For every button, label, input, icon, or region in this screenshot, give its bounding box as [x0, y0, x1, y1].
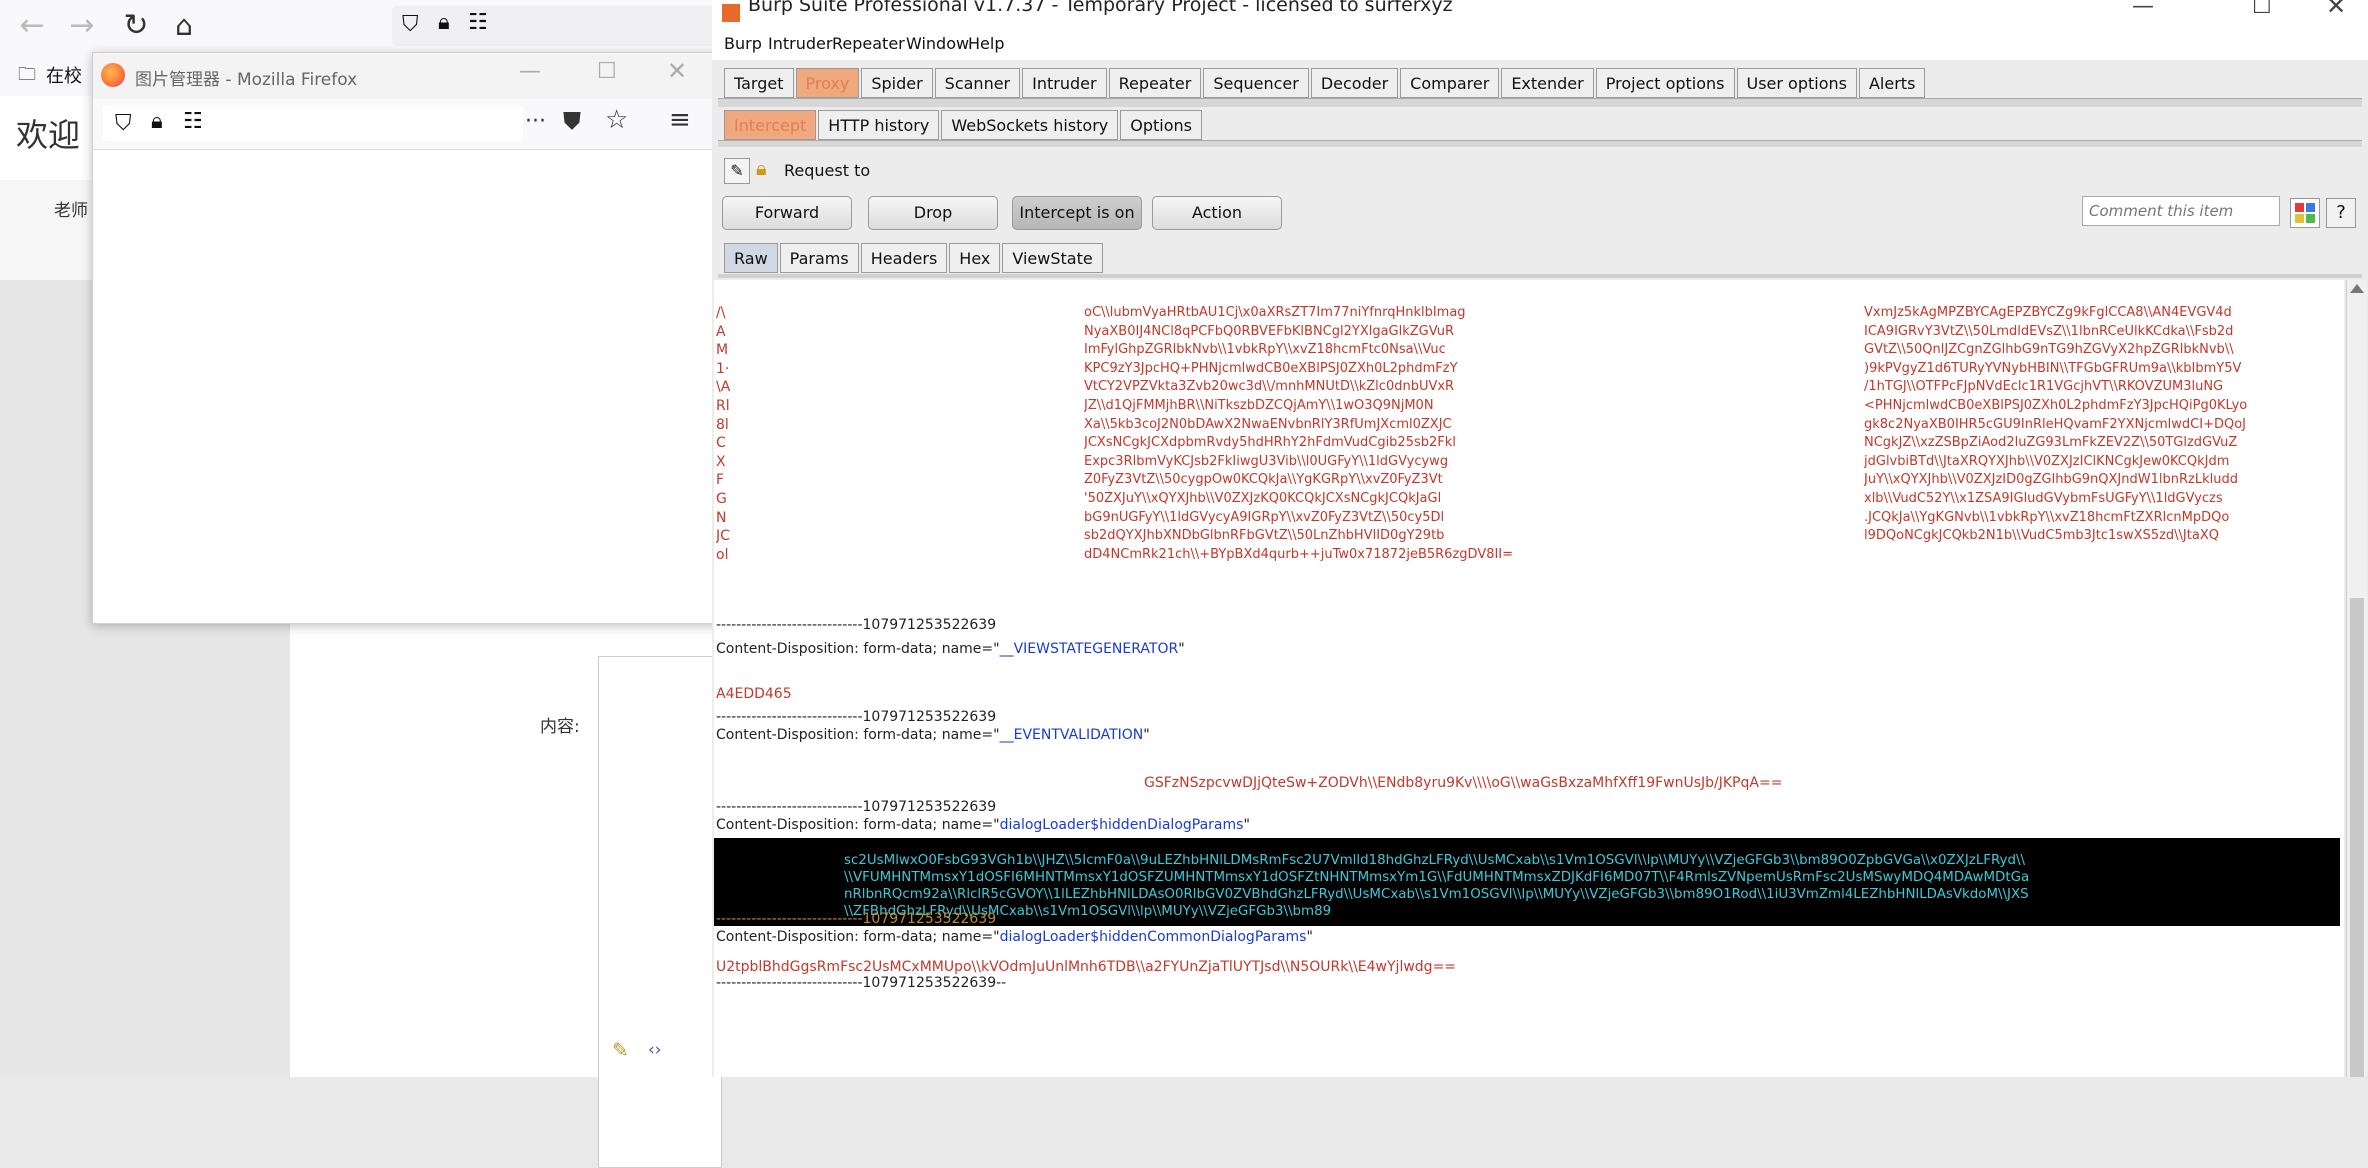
close-icon[interactable]: ✕: [667, 57, 687, 85]
content-disposition-line: Content-Disposition: form-data; name="__…: [716, 727, 1150, 743]
eventvalidation-value: GSFzNSzpcvwDJjQteSw+ZODVh\\ENdb8yru9Kv\\…: [1144, 775, 1783, 791]
folder-icon: 🗀: [18, 64, 36, 85]
popup-urlbar[interactable]: ⛉ 🔒︎ ☷ ··· ⛊ ☆ ≡: [93, 99, 721, 150]
viewstate-right-column: VxmJz5kAgMPZBYCAgEPZBYCZg9kFglCCA8\\AN4E…: [1864, 305, 2248, 544]
menu-bar: Burp Intruder Repeater Window Help: [712, 28, 2368, 60]
permissions-icon: ☷: [468, 10, 488, 35]
menu-repeater[interactable]: Repeater: [832, 34, 905, 53]
message-editor[interactable]: /\ A M 1· \A Rl 8l C X F G N JC ol oC\\lubmVyaHRtbAU1…: [714, 280, 2344, 1077]
tab-intruder[interactable]: Intruder: [1022, 68, 1107, 98]
maximize-icon[interactable]: ☐: [2252, 0, 2272, 19]
proxy-subtabs: Intercept HTTP history WebSockets histor…: [724, 110, 1202, 140]
maximize-icon[interactable]: ☐: [597, 59, 617, 84]
window-title: Burp Suite Professional v1.7.37 - Tempor…: [748, 0, 1453, 16]
subtab-http-history[interactable]: HTTP history: [818, 110, 940, 140]
main-tabs: Target Proxy Spider Scanner Intruder Rep…: [724, 68, 1926, 98]
viewstate-mid-column: oC\\lubmVyaHRtbAU1Cj\x0aXRsZT7Im77niYfnr…: [1084, 305, 1514, 562]
home-icon[interactable]: ⌂: [166, 8, 202, 44]
star-icon[interactable]: ☆: [605, 105, 628, 135]
menu-help[interactable]: Help: [968, 34, 1004, 53]
tab-project-options[interactable]: Project options: [1595, 68, 1735, 98]
boundary-line: -----------------------------10797125352…: [716, 709, 997, 725]
content-editor[interactable]: [598, 656, 722, 1168]
intercept-toggle-button[interactable]: Intercept is on: [1012, 196, 1142, 230]
content-field-label: 内容:: [540, 717, 580, 737]
firefox-logo-icon: [101, 63, 125, 87]
tab-spider[interactable]: Spider: [861, 68, 933, 98]
drop-button[interactable]: Drop: [868, 196, 998, 230]
bookmark-item[interactable]: 在校: [46, 62, 82, 88]
menu-window[interactable]: Window: [906, 34, 969, 53]
more-icon[interactable]: ···: [525, 109, 546, 134]
burp-titlebar: Burp Suite Professional v1.7.37 - Tempor…: [712, 0, 2368, 28]
subtab-options[interactable]: Options: [1120, 110, 1202, 140]
boundary-line: -----------------------------10797125352…: [716, 799, 997, 815]
firefox-toolbar: ← → ↻ ⌂ ⛉ 🔒︎ ☷: [0, 0, 720, 53]
shield-icon: ⛉: [402, 12, 419, 37]
highlight-color-icon[interactable]: [2290, 198, 2320, 228]
tab-decoder[interactable]: Decoder: [1310, 68, 1399, 98]
content-disposition-line: Content-Disposition: form-data; name="di…: [716, 929, 1313, 945]
message-view-tabs: Raw Params Headers Hex ViewState: [724, 243, 1103, 273]
welcome-heading: 欢迎: [16, 116, 81, 154]
tab-proxy[interactable]: Proxy: [795, 68, 860, 98]
pencil-icon[interactable]: ✎: [612, 1038, 629, 1062]
lock-icon: 🔒︎: [438, 10, 450, 35]
scrollbar-thumb[interactable]: [2350, 598, 2364, 1077]
forward-button[interactable]: Forward: [722, 196, 852, 230]
pocket-icon[interactable]: ⛊: [563, 107, 581, 135]
permissions-icon: ☷: [183, 109, 203, 134]
help-button[interactable]: ?: [2326, 198, 2356, 228]
boundary-line: -----------------------------10797125352…: [716, 617, 997, 633]
viewtab-params[interactable]: Params: [779, 243, 859, 273]
lock-icon: 🔒︎: [151, 109, 163, 134]
viewstategenerator-value: A4EDD465: [716, 686, 792, 702]
viewtab-viewstate[interactable]: ViewState: [1002, 243, 1103, 273]
tab-scanner[interactable]: Scanner: [934, 68, 1021, 98]
menu-burp[interactable]: Burp: [724, 34, 762, 53]
menu-icon[interactable]: ≡: [669, 105, 691, 135]
burp-window: Burp Suite Professional v1.7.37 - Tempor…: [712, 0, 2368, 1077]
minimize-icon[interactable]: —: [519, 59, 541, 84]
subtab-intercept[interactable]: Intercept: [724, 110, 817, 140]
lock-icon: 🔒︎: [756, 156, 767, 180]
tab-comparer[interactable]: Comparer: [1400, 68, 1500, 98]
viewtab-hex[interactable]: Hex: [949, 243, 1001, 273]
viewtab-headers[interactable]: Headers: [860, 243, 948, 273]
forward-arrow-icon[interactable]: →: [64, 8, 100, 44]
back-arrow-icon[interactable]: ←: [14, 8, 50, 44]
content-disposition-line: Content-Disposition: form-data; name="di…: [716, 817, 1250, 833]
reload-icon[interactable]: ↻: [118, 8, 154, 44]
burp-logo-icon: [722, 4, 740, 22]
comment-input[interactable]: [2082, 196, 2280, 226]
tab-repeater[interactable]: Repeater: [1108, 68, 1202, 98]
viewstate-left-column: /\ A M 1· \A Rl 8l C X F G N JC ol: [716, 305, 731, 563]
shield-icon: ⛉: [115, 111, 132, 136]
code-view-icon[interactable]: ‹›: [648, 1040, 662, 1060]
tab-user-options[interactable]: User options: [1736, 68, 1857, 98]
action-button[interactable]: Action: [1152, 196, 1282, 230]
content-disposition-line: Content-Disposition: form-data; name="__…: [716, 641, 1185, 657]
viewtab-raw[interactable]: Raw: [724, 243, 778, 273]
minimize-icon[interactable]: —: [2132, 0, 2154, 19]
edit-icon[interactable]: ✎: [724, 158, 750, 184]
tab-alerts[interactable]: Alerts: [1858, 68, 1926, 98]
menu-intruder[interactable]: Intruder: [768, 34, 832, 53]
tab-target[interactable]: Target: [724, 68, 794, 98]
side-menu-label[interactable]: 老师: [54, 196, 88, 221]
url-field[interactable]: ⛉ 🔒︎ ☷: [392, 6, 720, 46]
request-to-label: Request to: [784, 161, 871, 180]
tab-sequencer[interactable]: Sequencer: [1203, 68, 1309, 98]
boundary-end-line: -----------------------------10797125352…: [716, 975, 1007, 991]
popup-firefox-window: 图片管理器 - Mozilla Firefox — ☐ ✕ ⛉ 🔒︎ ☷ ···…: [92, 52, 722, 624]
subtab-websockets-history[interactable]: WebSockets history: [941, 110, 1119, 140]
popup-titlebar: 图片管理器 - Mozilla Firefox — ☐ ✕: [93, 53, 721, 99]
popup-title: 图片管理器 - Mozilla Firefox: [135, 70, 358, 90]
tab-extender[interactable]: Extender: [1501, 68, 1594, 98]
close-icon[interactable]: ✕: [2326, 0, 2346, 20]
vertical-scrollbar[interactable]: [2346, 280, 2367, 1077]
boundary-line: -----------------------------10797125352…: [716, 911, 997, 927]
